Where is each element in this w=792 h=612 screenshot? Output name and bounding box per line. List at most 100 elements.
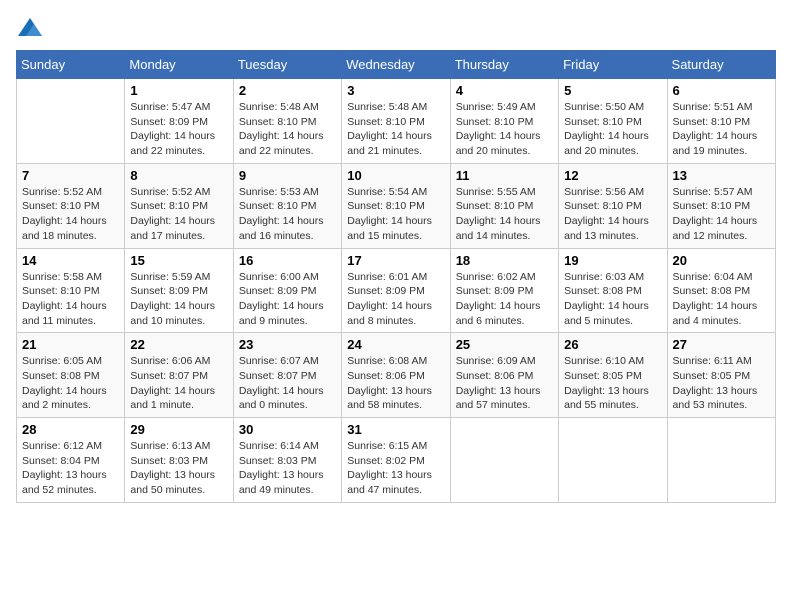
day-cell: 5 Sunrise: 5:50 AMSunset: 8:10 PMDaylight…: [559, 79, 667, 164]
day-number: 16: [239, 253, 336, 268]
day-number: 6: [673, 83, 770, 98]
day-cell: 1 Sunrise: 5:47 AMSunset: 8:09 PMDaylight…: [125, 79, 233, 164]
day-info: Sunrise: 5:47 AMSunset: 8:09 PMDaylight:…: [130, 100, 227, 159]
day-cell: 26 Sunrise: 6:10 AMSunset: 8:05 PMDayligh…: [559, 333, 667, 418]
day-number: 29: [130, 422, 227, 437]
week-row: 21 Sunrise: 6:05 AMSunset: 8:08 PMDayligh…: [17, 333, 776, 418]
day-info: Sunrise: 5:48 AMSunset: 8:10 PMDaylight:…: [239, 100, 336, 159]
day-cell: 27 Sunrise: 6:11 AMSunset: 8:05 PMDayligh…: [667, 333, 775, 418]
day-cell: 7Sunrise: 5:52 AMSunset: 8:10 PMDaylight…: [17, 163, 125, 248]
day-cell: 20Sunrise: 6:04 AMSunset: 8:08 PMDayligh…: [667, 248, 775, 333]
day-info: Sunrise: 5:59 AMSunset: 8:09 PMDaylight:…: [130, 270, 227, 329]
day-cell: 28 Sunrise: 6:12 AMSunset: 8:04 PMDayligh…: [17, 418, 125, 503]
day-info: Sunrise: 6:14 AMSunset: 8:03 PMDaylight:…: [239, 439, 336, 498]
day-cell: 24 Sunrise: 6:08 AMSunset: 8:06 PMDayligh…: [342, 333, 450, 418]
day-info: Sunrise: 5:50 AMSunset: 8:10 PMDaylight:…: [564, 100, 661, 159]
day-cell: [667, 418, 775, 503]
calendar-table: SundayMondayTuesdayWednesdayThursdayFrid…: [16, 50, 776, 503]
day-number: 11: [456, 168, 553, 183]
day-info: Sunrise: 6:15 AMSunset: 8:02 PMDaylight:…: [347, 439, 444, 498]
day-cell: 16 Sunrise: 6:00 AMSunset: 8:09 PMDayligh…: [233, 248, 341, 333]
day-number: 5: [564, 83, 661, 98]
calendar-header: SundayMondayTuesdayWednesdayThursdayFrid…: [17, 51, 776, 79]
header-day: Saturday: [667, 51, 775, 79]
day-info: Sunrise: 6:05 AMSunset: 8:08 PMDaylight:…: [22, 354, 119, 413]
day-cell: 21 Sunrise: 6:05 AMSunset: 8:08 PMDayligh…: [17, 333, 125, 418]
logo: [16, 16, 48, 38]
day-number: 8: [130, 168, 227, 183]
day-cell: 13Sunrise: 5:57 AMSunset: 8:10 PMDayligh…: [667, 163, 775, 248]
day-cell: [559, 418, 667, 503]
day-number: 14: [22, 253, 119, 268]
day-cell: 11 Sunrise: 5:55 AMSunset: 8:10 PMDayligh…: [450, 163, 558, 248]
day-number: 26: [564, 337, 661, 352]
day-info: Sunrise: 5:52 AMSunset: 8:10 PMDaylight:…: [22, 185, 119, 244]
header-day: Sunday: [17, 51, 125, 79]
day-info: Sunrise: 5:54 AMSunset: 8:10 PMDaylight:…: [347, 185, 444, 244]
day-cell: 18 Sunrise: 6:02 AMSunset: 8:09 PMDayligh…: [450, 248, 558, 333]
day-info: Sunrise: 6:01 AMSunset: 8:09 PMDaylight:…: [347, 270, 444, 329]
day-info: Sunrise: 6:03 AMSunset: 8:08 PMDaylight:…: [564, 270, 661, 329]
day-info: Sunrise: 6:00 AMSunset: 8:09 PMDaylight:…: [239, 270, 336, 329]
day-number: 30: [239, 422, 336, 437]
day-number: 21: [22, 337, 119, 352]
header: [16, 16, 776, 38]
header-day: Monday: [125, 51, 233, 79]
day-number: 27: [673, 337, 770, 352]
day-info: Sunrise: 5:58 AMSunset: 8:10 PMDaylight:…: [22, 270, 119, 329]
day-info: Sunrise: 5:57 AMSunset: 8:10 PMDaylight:…: [673, 185, 770, 244]
day-info: Sunrise: 6:07 AMSunset: 8:07 PMDaylight:…: [239, 354, 336, 413]
day-cell: 6 Sunrise: 5:51 AMSunset: 8:10 PMDaylight…: [667, 79, 775, 164]
day-number: 20: [673, 253, 770, 268]
day-number: 17: [347, 253, 444, 268]
day-cell: 8 Sunrise: 5:52 AMSunset: 8:10 PMDaylight…: [125, 163, 233, 248]
day-cell: [450, 418, 558, 503]
day-info: Sunrise: 6:12 AMSunset: 8:04 PMDaylight:…: [22, 439, 119, 498]
day-info: Sunrise: 5:53 AMSunset: 8:10 PMDaylight:…: [239, 185, 336, 244]
day-number: 24: [347, 337, 444, 352]
day-number: 1: [130, 83, 227, 98]
day-cell: 14 Sunrise: 5:58 AMSunset: 8:10 PMDayligh…: [17, 248, 125, 333]
day-cell: 23 Sunrise: 6:07 AMSunset: 8:07 PMDayligh…: [233, 333, 341, 418]
day-info: Sunrise: 6:06 AMSunset: 8:07 PMDaylight:…: [130, 354, 227, 413]
day-cell: 30 Sunrise: 6:14 AMSunset: 8:03 PMDayligh…: [233, 418, 341, 503]
calendar-body: 1 Sunrise: 5:47 AMSunset: 8:09 PMDaylight…: [17, 79, 776, 503]
day-number: 10: [347, 168, 444, 183]
day-number: 12: [564, 168, 661, 183]
day-number: 15: [130, 253, 227, 268]
day-info: Sunrise: 6:13 AMSunset: 8:03 PMDaylight:…: [130, 439, 227, 498]
day-info: Sunrise: 6:10 AMSunset: 8:05 PMDaylight:…: [564, 354, 661, 413]
day-info: Sunrise: 5:48 AMSunset: 8:10 PMDaylight:…: [347, 100, 444, 159]
week-row: 14 Sunrise: 5:58 AMSunset: 8:10 PMDayligh…: [17, 248, 776, 333]
day-cell: 22Sunrise: 6:06 AMSunset: 8:07 PMDayligh…: [125, 333, 233, 418]
day-cell: 2 Sunrise: 5:48 AMSunset: 8:10 PMDaylight…: [233, 79, 341, 164]
day-info: Sunrise: 6:02 AMSunset: 8:09 PMDaylight:…: [456, 270, 553, 329]
day-number: 28: [22, 422, 119, 437]
day-info: Sunrise: 6:09 AMSunset: 8:06 PMDaylight:…: [456, 354, 553, 413]
day-info: Sunrise: 6:11 AMSunset: 8:05 PMDaylight:…: [673, 354, 770, 413]
day-cell: 15 Sunrise: 5:59 AMSunset: 8:09 PMDayligh…: [125, 248, 233, 333]
week-row: 7Sunrise: 5:52 AMSunset: 8:10 PMDaylight…: [17, 163, 776, 248]
day-cell: 17 Sunrise: 6:01 AMSunset: 8:09 PMDayligh…: [342, 248, 450, 333]
day-info: Sunrise: 5:49 AMSunset: 8:10 PMDaylight:…: [456, 100, 553, 159]
day-number: 3: [347, 83, 444, 98]
day-cell: 31Sunrise: 6:15 AMSunset: 8:02 PMDayligh…: [342, 418, 450, 503]
day-cell: 10 Sunrise: 5:54 AMSunset: 8:10 PMDayligh…: [342, 163, 450, 248]
day-info: Sunrise: 6:08 AMSunset: 8:06 PMDaylight:…: [347, 354, 444, 413]
day-number: 18: [456, 253, 553, 268]
day-info: Sunrise: 5:52 AMSunset: 8:10 PMDaylight:…: [130, 185, 227, 244]
day-number: 4: [456, 83, 553, 98]
week-row: 1 Sunrise: 5:47 AMSunset: 8:09 PMDaylight…: [17, 79, 776, 164]
day-number: 19: [564, 253, 661, 268]
day-number: 9: [239, 168, 336, 183]
day-info: Sunrise: 5:55 AMSunset: 8:10 PMDaylight:…: [456, 185, 553, 244]
day-cell: 12Sunrise: 5:56 AMSunset: 8:10 PMDayligh…: [559, 163, 667, 248]
day-info: Sunrise: 5:51 AMSunset: 8:10 PMDaylight:…: [673, 100, 770, 159]
header-day: Thursday: [450, 51, 558, 79]
day-cell: 9 Sunrise: 5:53 AMSunset: 8:10 PMDaylight…: [233, 163, 341, 248]
day-number: 2: [239, 83, 336, 98]
day-number: 23: [239, 337, 336, 352]
day-cell: 3 Sunrise: 5:48 AMSunset: 8:10 PMDaylight…: [342, 79, 450, 164]
header-day: Wednesday: [342, 51, 450, 79]
week-row: 28 Sunrise: 6:12 AMSunset: 8:04 PMDayligh…: [17, 418, 776, 503]
